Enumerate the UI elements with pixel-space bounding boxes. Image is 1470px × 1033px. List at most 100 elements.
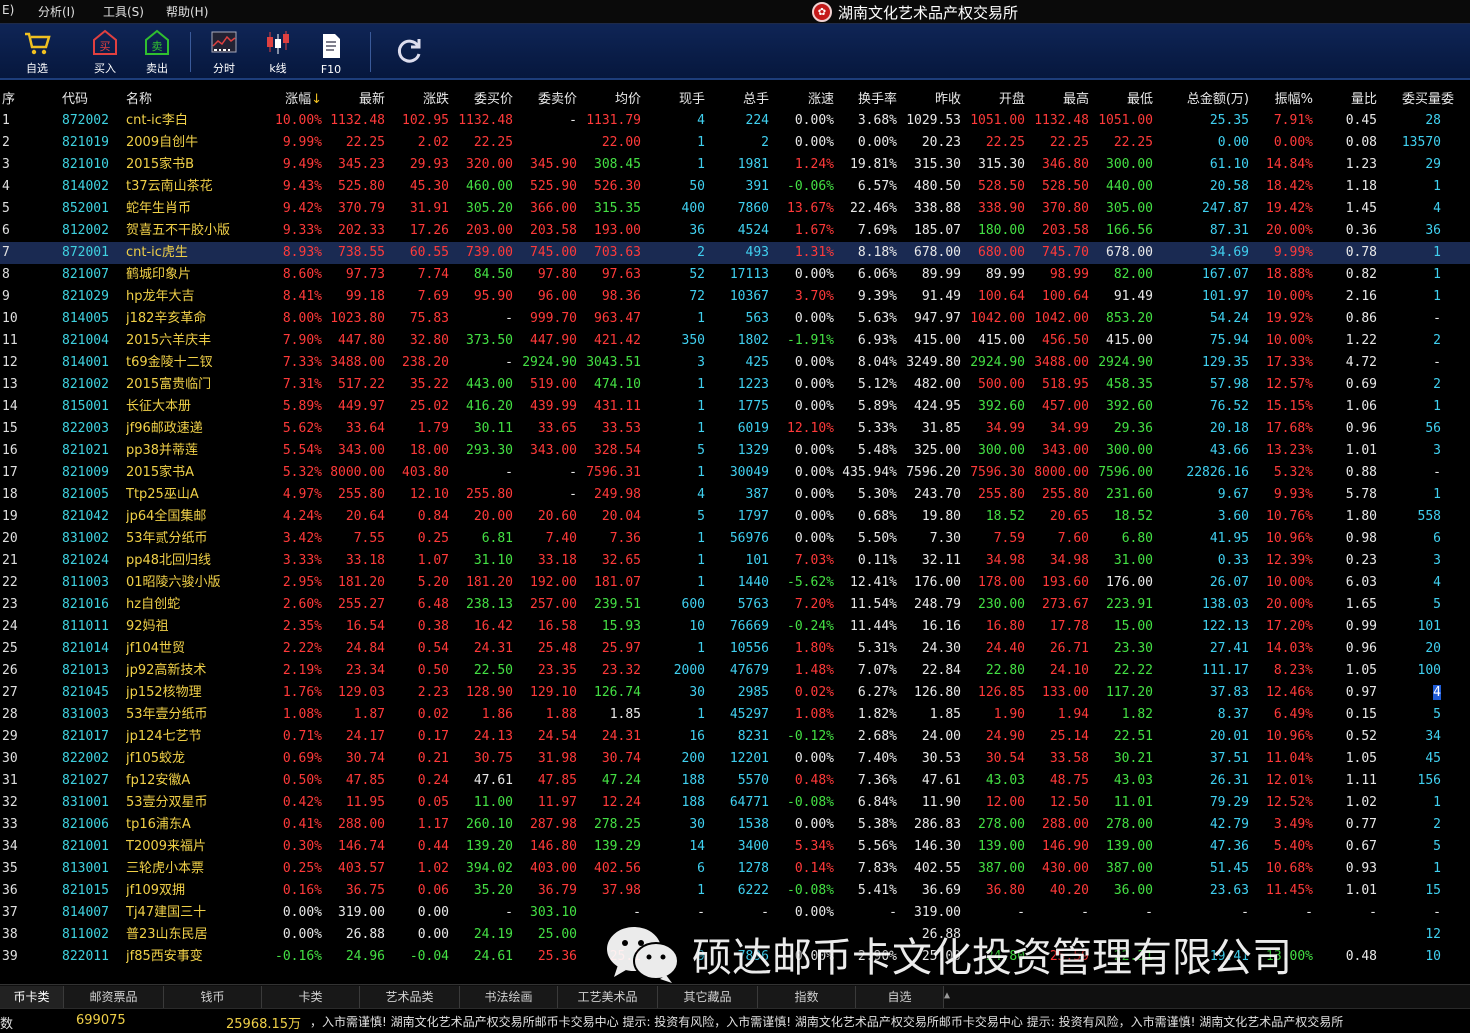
table-row[interactable]: 32 831001 53壹分双星币 0.42% 11.95 0.05 11.00 11.97 1… xyxy=(0,792,1470,814)
column-header[interactable]: 序 xyxy=(2,88,32,112)
column-header[interactable]: 量比 xyxy=(1313,88,1377,112)
column-header[interactable]: 名称 xyxy=(126,88,266,112)
table-cell: - xyxy=(1017,905,1025,920)
table-cell: - xyxy=(633,905,641,920)
table-row[interactable]: 22 811003 01昭陵六骏小版 2.95% 181.20 5.20 181.20 192… xyxy=(0,572,1470,594)
column-header[interactable]: 总金额(万) xyxy=(1153,88,1249,112)
menu-analysis[interactable]: 分析(I) xyxy=(38,3,75,20)
column-header[interactable]: 代码 xyxy=(62,88,124,112)
category-tab[interactable]: 艺术品类 xyxy=(360,986,460,1008)
category-tab[interactable]: 钱币 xyxy=(164,986,262,1008)
table-row[interactable]: 14 815001 长征大本册 5.89% 449.97 25.02 416.20 439.9… xyxy=(0,396,1470,418)
table-row[interactable]: 19 821042 jp64全国集邮 4.24% 20.64 0.84 20.00 20.60… xyxy=(0,506,1470,528)
menu-item[interactable]: E) xyxy=(2,3,14,17)
column-header[interactable]: 均价 xyxy=(577,88,641,112)
table-cell: 101.97 xyxy=(1202,289,1249,304)
table-cell: 181.07 xyxy=(594,575,641,590)
table-row[interactable]: 28 831003 53年壹分纸币 1.08% 1.87 0.02 1.86 1.88 1.85… xyxy=(0,704,1470,726)
table-row[interactable]: 26 821013 jp92高新技术 2.19% 23.34 0.50 22.50 23.35… xyxy=(0,660,1470,682)
table-row[interactable]: 24 811011 92妈祖 2.35% 16.54 0.38 16.42 16.58 15.9… xyxy=(0,616,1470,638)
table-row[interactable]: 16 821021 pp38并蒂莲 5.54% 343.00 18.00 293.30 343… xyxy=(0,440,1470,462)
table-cell: 1023.80 xyxy=(330,311,385,326)
table-row[interactable]: 7 872001 cnt-ic虎生 8.93% 738.55 60.55 739.00 745… xyxy=(0,242,1470,264)
category-tab[interactable]: 指数 xyxy=(758,986,856,1008)
table-cell: 0.86 xyxy=(1345,311,1377,326)
f10-button[interactable]: F10 xyxy=(308,28,354,76)
table-row[interactable]: 34 821001 T2009来福片 0.30% 146.74 0.44 139.20 146… xyxy=(0,836,1470,858)
category-tab[interactable]: 邮资票品 xyxy=(64,986,164,1008)
table-row[interactable]: 25 821014 jf104世贸 2.22% 24.84 0.54 24.31 25.48 2… xyxy=(0,638,1470,660)
table-row[interactable]: 37 814007 Tj47建国三十 0.00% 319.00 0.00 - 303.10 - -… xyxy=(0,902,1470,924)
kline-button[interactable]: k线 xyxy=(255,28,301,76)
table-cell: 6222 xyxy=(737,883,769,898)
column-header[interactable]: 总手 xyxy=(705,88,769,112)
column-header[interactable]: 昨收 xyxy=(897,88,961,112)
table-row[interactable]: 10 814005 j182辛亥革命 8.00% 1023.80 75.83 - 999.70… xyxy=(0,308,1470,330)
table-cell: 2.60% xyxy=(282,597,322,612)
category-tab[interactable]: 书法绘画 xyxy=(460,986,558,1008)
column-header[interactable]: 委 xyxy=(1441,88,1470,112)
table-row[interactable]: 8 821007 鹤城印象片 8.60% 97.73 7.74 84.50 97.80 97.6… xyxy=(0,264,1470,286)
table-row[interactable]: 11 821004 2015六羊庆丰 7.90% 447.80 32.80 373.50 44… xyxy=(0,330,1470,352)
table-row[interactable]: 5 852001 蛇年生肖币 9.42% 370.79 31.91 305.20 366.00… xyxy=(0,198,1470,220)
column-header[interactable]: 委买量 xyxy=(1377,88,1441,112)
table-cell: 29 xyxy=(2,729,18,744)
table-row[interactable]: 31 821027 fp12安徽A 0.50% 47.85 0.24 47.61 47.85 4… xyxy=(0,770,1470,792)
table-cell: 822002 xyxy=(62,751,109,766)
buy-button[interactable]: 买 买入 xyxy=(82,28,128,76)
table-row[interactable]: 3 821010 2015家书B 9.49% 345.23 29.93 320.00 345.… xyxy=(0,154,1470,176)
category-tab[interactable]: 其它藏品 xyxy=(658,986,758,1008)
table-row[interactable]: 4 814002 t37云南山茶花 9.43% 525.80 45.30 460.00 525… xyxy=(0,176,1470,198)
table-row[interactable]: 12 814001 t69金陵十二钗 7.33% 3488.00 238.20-2924.… xyxy=(0,352,1470,374)
table-row[interactable]: 21 821024 pp48北回归线 3.33% 33.18 1.07 31.10 33.18… xyxy=(0,550,1470,572)
column-header[interactable]: 最新 xyxy=(322,88,385,112)
column-header[interactable]: 现手 xyxy=(641,88,705,112)
category-tab[interactable]: 币卡类 xyxy=(0,986,64,1008)
column-header[interactable]: 振幅% xyxy=(1249,88,1313,112)
column-header[interactable]: 委卖价 xyxy=(513,88,577,112)
watchlist-button[interactable]: 自选 xyxy=(14,28,60,76)
table-row[interactable]: 36 821015 jf109双拥 0.16% 36.75 0.06 35.20 36.79 3… xyxy=(0,880,1470,902)
table-row[interactable]: 35 813001 三轮虎小本票 0.25% 403.57 1.02 394.02 403.0… xyxy=(0,858,1470,880)
column-header[interactable]: 最高 xyxy=(1025,88,1089,112)
column-header[interactable]: 最低 xyxy=(1089,88,1153,112)
table-row[interactable]: 1 872002 cnt-ic李白 10.00% 1132.48 102.95 1132.4… xyxy=(0,110,1470,132)
table-cell: 287.98 xyxy=(530,817,577,832)
app-title-area: ✿ 湖南文化艺术品产权交易所 xyxy=(812,1,1018,23)
refresh-button[interactable] xyxy=(386,28,432,76)
table-row[interactable]: 20 831002 53年贰分纸币 3.42% 7.55 0.25 6.81 7.40 7.36… xyxy=(0,528,1470,550)
table-row[interactable]: 2 821019 2009自创牛 9.99% 22.25 2.02 22.25 22.00 1 2… xyxy=(0,132,1470,154)
table-cell: 0.71% xyxy=(282,729,322,744)
table-row[interactable]: 23 821016 hz自创蛇 2.60% 255.27 6.48 238.13 257.00… xyxy=(0,594,1470,616)
table-cell: 1029.53 xyxy=(906,113,961,128)
intraday-button[interactable]: 分时 xyxy=(201,28,247,76)
table-row[interactable]: 9 821029 hp龙年大吉 8.41% 99.18 7.69 95.90 96.00 98.… xyxy=(0,286,1470,308)
category-tab[interactable]: 卡类 xyxy=(262,986,360,1008)
table-row[interactable]: 15 822003 jf96邮政速递 5.62% 33.64 1.79 30.11 33.65… xyxy=(0,418,1470,440)
tabs-scroll-arrow-icon[interactable]: ▲ xyxy=(944,984,954,1008)
column-header[interactable]: 涨幅↓ xyxy=(260,88,322,112)
sell-button[interactable]: 卖 卖出 xyxy=(134,28,180,76)
column-header[interactable]: 换手率 xyxy=(834,88,897,112)
table-cell: 2924.90 xyxy=(1098,355,1153,370)
table-cell: 133.00 xyxy=(1042,685,1089,700)
table-row[interactable]: 27 821045 jp152核物理 1.76% 129.03 2.23 128.90 129… xyxy=(0,682,1470,704)
category-tab[interactable]: 自选 xyxy=(856,986,944,1008)
column-header[interactable]: 涨速 xyxy=(769,88,834,112)
menu-tools[interactable]: 工具(S) xyxy=(103,3,144,20)
table-cell: 23 xyxy=(2,597,18,612)
menu-help[interactable]: 帮助(H) xyxy=(166,3,208,20)
table-row[interactable]: 6 812002 贺喜五不干胶小版 9.33% 202.33 17.26 203.00 203… xyxy=(0,220,1470,242)
table-row[interactable]: 30 822002 jf105蛟龙 0.69% 30.74 0.21 30.75 31.98 3… xyxy=(0,748,1470,770)
table-cell: 814002 xyxy=(62,179,109,194)
table-row[interactable]: 18 821005 Ttp25巫山A 4.97% 255.80 12.10 255.80 - 2… xyxy=(0,484,1470,506)
column-header[interactable]: 开盘 xyxy=(961,88,1025,112)
category-tab[interactable]: 工艺美术品 xyxy=(558,986,658,1008)
table-row[interactable]: 29 821017 jp124七艺节 0.71% 24.17 0.17 24.13 24.54… xyxy=(0,726,1470,748)
table-cell: 308.45 xyxy=(594,157,641,172)
table-row[interactable]: 17 821009 2015家书A 5.32% 8000.00 403.80- -7596.… xyxy=(0,462,1470,484)
column-header[interactable]: 涨跌 xyxy=(385,88,449,112)
table-row[interactable]: 13 821002 2015富贵临门 7.31% 517.22 35.22 443.00 51… xyxy=(0,374,1470,396)
column-header[interactable]: 委买价 xyxy=(449,88,513,112)
table-row[interactable]: 33 821006 tp16浦东A 0.41% 288.00 1.17 260.10 287.… xyxy=(0,814,1470,836)
